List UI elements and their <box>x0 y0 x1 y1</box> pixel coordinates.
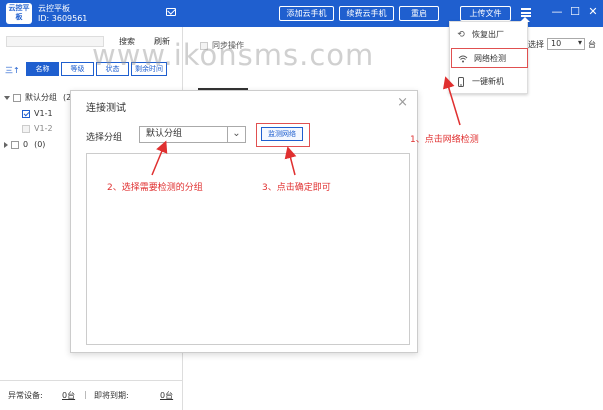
annotation-arrows <box>151 76 461 176</box>
arrow-step2 <box>151 140 168 176</box>
arrow-step3 <box>284 146 297 176</box>
annotation-step3: 3、点击确定即可 <box>262 183 331 193</box>
annotation-step2: 2、选择需要检测的分组 <box>107 183 203 193</box>
arrow-step1 <box>442 76 461 126</box>
annotation-step1: 1、点击网络检测 <box>410 135 479 145</box>
